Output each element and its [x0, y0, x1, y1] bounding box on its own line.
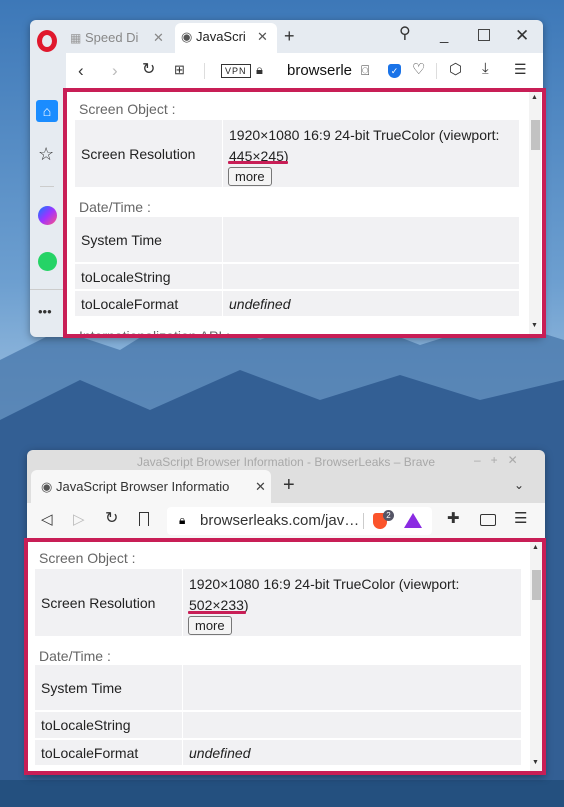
shield-check-icon[interactable]: ✓: [388, 64, 401, 78]
table-row-to-locale-format: toLocaleFormat undefined: [35, 740, 521, 765]
tab-javascript-browser-information[interactable]: ◉ JavaScript Browser Informatio ✕: [31, 470, 271, 503]
window-controls[interactable]: –+✕: [474, 454, 528, 466]
opera-sidebar: ⌂ ☆ •••: [30, 89, 63, 337]
scrollbar[interactable]: ▲ ▼: [530, 542, 542, 771]
more-icon[interactable]: •••: [38, 305, 52, 318]
close-tab-icon[interactable]: ✕: [153, 24, 164, 52]
reload-icon[interactable]: ↻: [105, 511, 118, 527]
menu-icon[interactable]: ☰: [514, 511, 527, 526]
brave-toolbar: ◁ ▷ ↻ 🔒︎ browserleaks.com/jav… 2 ✚ ☰: [27, 503, 545, 538]
close-tab-icon[interactable]: ✕: [255, 470, 266, 503]
camera-icon[interactable]: ⌼: [361, 63, 369, 77]
speed-dial-grid-icon: ▦: [70, 31, 82, 45]
more-button[interactable]: more: [188, 616, 232, 635]
section-heading-screen: Screen Object :: [79, 101, 176, 117]
section-heading-datetime: Date/Time :: [79, 199, 151, 215]
back-icon[interactable]: ‹: [78, 62, 84, 79]
close-tab-icon[interactable]: ✕: [257, 23, 268, 51]
lock-icon[interactable]: 🔒︎: [256, 63, 263, 76]
new-tab-icon[interactable]: +: [283, 475, 295, 495]
fingerprint-icon: ◉: [41, 479, 53, 494]
highlight-underline: [228, 161, 288, 164]
shields-badge: 2: [383, 510, 394, 521]
opera-page-content: Screen Object : Screen Resolution 1920×1…: [63, 88, 546, 338]
minimize-icon[interactable]: _: [440, 28, 448, 43]
star-icon[interactable]: ☆: [38, 145, 54, 163]
bookmark-icon[interactable]: [139, 512, 149, 526]
section-heading-datetime: Date/Time :: [39, 648, 111, 664]
table-row-screen-resolution: Screen Resolution 1920×1080 16:9 24-bit …: [35, 569, 521, 636]
easy-setup-icon[interactable]: ☰: [514, 62, 527, 76]
tab-javascript[interactable]: ◉ JavaScri ✕: [175, 23, 277, 53]
forward-icon[interactable]: ▷: [73, 512, 85, 527]
heart-icon[interactable]: ♡: [412, 62, 425, 77]
whatsapp-icon[interactable]: [38, 252, 57, 271]
section-heading-intl: Internationalization API :: [79, 328, 230, 338]
section-heading-screen: Screen Object :: [39, 550, 136, 566]
tab-list-chevron-icon[interactable]: ⌄: [514, 479, 524, 491]
table-row-to-locale-format: toLocaleFormat undefined: [75, 291, 519, 316]
cube-icon[interactable]: ⬡: [449, 62, 462, 77]
tabs-grid-icon[interactable]: ⊞: [174, 63, 185, 76]
table-row-screen-resolution: Screen Resolution 1920×1080 16:9 24-bit …: [75, 120, 519, 187]
messenger-icon[interactable]: [38, 206, 57, 225]
scrollbar[interactable]: ▲ ▼: [529, 92, 541, 334]
maximize-icon[interactable]: [478, 29, 490, 41]
back-icon[interactable]: ◁: [41, 512, 53, 527]
resolution-value: 1920×1080 16:9 24-bit TrueColor (viewpor…: [189, 576, 460, 592]
lock-icon: 🔒︎: [179, 513, 186, 527]
opera-logo-icon[interactable]: [37, 30, 57, 52]
brave-rewards-icon[interactable]: [404, 513, 422, 528]
brave-page-content: Screen Object : Screen Resolution 1920×1…: [24, 538, 546, 775]
window-title: JavaScript Browser Information - Browser…: [136, 455, 436, 469]
address-bar[interactable]: browserle: [287, 62, 352, 79]
forward-icon[interactable]: ›: [112, 62, 118, 79]
table-row-system-time: System Time: [75, 217, 519, 262]
extensions-icon[interactable]: ✚: [447, 511, 460, 526]
wallet-icon[interactable]: [480, 514, 496, 526]
highlight-underline: [188, 611, 246, 614]
vpn-badge[interactable]: VPN: [221, 64, 251, 78]
resolution-value: 1920×1080 16:9 24-bit TrueColor (viewpor…: [229, 127, 500, 143]
close-window-icon[interactable]: ✕: [515, 27, 529, 44]
new-tab-icon[interactable]: +: [284, 27, 295, 45]
home-icon[interactable]: ⌂: [36, 100, 58, 122]
search-icon[interactable]: ⚲: [399, 26, 411, 42]
tab-speed-dial[interactable]: ▦ Speed Di ✕: [70, 24, 170, 52]
address-bar[interactable]: 🔒︎ browserleaks.com/jav… 2: [167, 507, 432, 535]
opera-toolbar: ‹ › ↻ ⊞ VPN 🔒︎ browserle ⌼ ✓ ♡ ⬡ ⤓ ☰: [66, 53, 543, 89]
download-icon[interactable]: ⤓: [482, 61, 489, 76]
table-row-to-locale-string: toLocaleString: [75, 264, 519, 289]
more-button[interactable]: more: [228, 167, 272, 186]
table-row-to-locale-string: toLocaleString: [35, 712, 521, 738]
reload-icon[interactable]: ↻: [142, 62, 155, 78]
table-row-system-time: System Time: [35, 665, 521, 710]
fingerprint-icon: ◉: [181, 29, 193, 44]
